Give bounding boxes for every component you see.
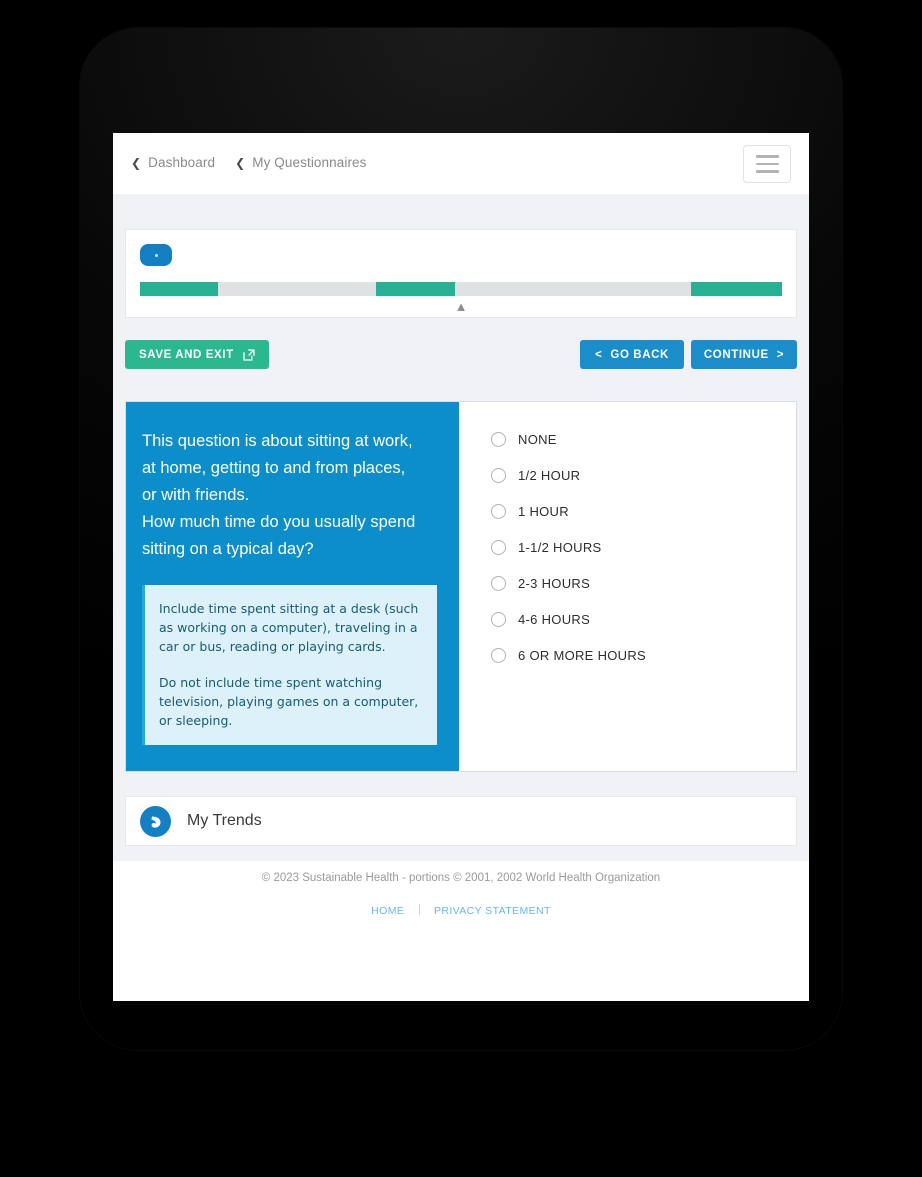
- question-line: sitting on a typical day?: [142, 540, 314, 558]
- progress-segment-filled: [376, 282, 455, 296]
- answer-option[interactable]: 6 OR MORE HOURS: [491, 648, 796, 663]
- chevron-left-icon: ❮: [235, 155, 246, 170]
- radio-button-icon[interactable]: [491, 432, 506, 447]
- breadcrumb-dashboard[interactable]: ❮ Dashboard: [131, 155, 215, 170]
- save-and-exit-label: SAVE AND EXIT: [139, 348, 234, 361]
- less-than-icon: <: [595, 348, 603, 361]
- answer-option[interactable]: 4-6 HOURS: [491, 612, 796, 627]
- question-text: This question is about sitting at work, a…: [142, 428, 437, 563]
- answer-option[interactable]: 1/2 HOUR: [491, 468, 796, 483]
- hamburger-menu-button[interactable]: [743, 145, 791, 183]
- progress-segment-filled: [140, 282, 219, 296]
- go-back-label: GO BACK: [610, 348, 669, 361]
- chevron-left-icon: ❮: [131, 155, 142, 170]
- footer-links: HOME PRIVACY STATEMENT: [125, 904, 797, 917]
- breadcrumb: ❮ Dashboard ❮ My Questionnaires: [131, 155, 367, 170]
- answer-option[interactable]: 1 HOUR: [491, 504, 796, 519]
- go-back-button[interactable]: < GO BACK: [580, 340, 684, 369]
- progress-badge[interactable]: [140, 244, 172, 266]
- breadcrumb-my-questionnaires-label: My Questionnaires: [252, 155, 367, 170]
- hamburger-icon-line: [755, 162, 779, 166]
- answer-option-label: 6 OR MORE HOURS: [518, 648, 647, 663]
- continue-button[interactable]: CONTINUE >: [691, 340, 797, 369]
- page-footer: © 2023 Sustainable Health - portions © 2…: [125, 872, 797, 917]
- answer-option-label: 4-6 HOURS: [518, 612, 591, 627]
- answer-option-label: 1-1/2 HOURS: [518, 540, 602, 555]
- answer-option[interactable]: 1-1/2 HOURS: [491, 540, 796, 555]
- progress-segment-filled: [690, 282, 782, 296]
- answer-option[interactable]: NONE: [491, 432, 796, 447]
- radio-button-icon[interactable]: [491, 612, 506, 627]
- answer-option-label: 2-3 HOURS: [518, 576, 591, 591]
- hamburger-icon-line: [755, 155, 779, 158]
- radio-button-icon[interactable]: [491, 648, 506, 663]
- external-link-icon: [243, 348, 255, 361]
- page-content: ▲ SAVE AND EXIT < GO BACK CONTINUE > Thi…: [113, 194, 809, 917]
- save-and-exit-button[interactable]: SAVE AND EXIT: [125, 340, 269, 369]
- question-line: This question is about sitting at work,: [142, 432, 413, 450]
- answer-option-label: 1/2 HOUR: [518, 468, 581, 483]
- radio-button-icon[interactable]: [491, 468, 506, 483]
- question-card: This question is about sitting at work, a…: [125, 401, 797, 772]
- question-line: at home, getting to and from places,: [142, 459, 406, 477]
- progress-panel: ▲: [125, 229, 797, 318]
- copyright-text: © 2023 Sustainable Health - portions © 2…: [261, 872, 661, 884]
- continue-label: CONTINUE: [703, 348, 769, 361]
- info-paragraph: Do not include time spent watching telev…: [159, 675, 419, 728]
- radio-button-icon[interactable]: [491, 540, 506, 555]
- footer-link-home[interactable]: HOME: [371, 905, 404, 917]
- breadcrumb-my-questionnaires[interactable]: ❮ My Questionnaires: [235, 155, 366, 170]
- my-trends-label: My Trends: [187, 812, 262, 829]
- chevron-up-icon[interactable]: ▲: [455, 300, 468, 313]
- info-paragraph: Include time spent sitting at a desk (su…: [159, 601, 419, 654]
- screen: ❮ Dashboard ❮ My Questionnaires ▲ SAVE A…: [113, 133, 809, 1001]
- answer-option-label: NONE: [518, 432, 557, 447]
- badge-dot-icon: [154, 253, 158, 257]
- app-header: ❮ Dashboard ❮ My Questionnaires: [113, 133, 809, 194]
- footer-link-privacy-statement[interactable]: PRIVACY STATEMENT: [434, 905, 551, 917]
- radio-button-icon[interactable]: [491, 576, 506, 591]
- breadcrumb-dashboard-label: Dashboard: [148, 155, 216, 170]
- my-trends-row[interactable]: My Trends: [125, 796, 797, 846]
- progress-bar: [140, 282, 782, 296]
- tablet-device-frame: ❮ Dashboard ❮ My Questionnaires ▲ SAVE A…: [80, 28, 842, 1050]
- footer-link-divider: [418, 904, 420, 915]
- action-bar: SAVE AND EXIT < GO BACK CONTINUE >: [125, 340, 797, 380]
- radio-button-icon[interactable]: [491, 504, 506, 519]
- trend-swoosh-icon: [140, 805, 171, 837]
- greater-than-icon: >: [776, 348, 785, 361]
- hamburger-icon-line: [755, 170, 779, 173]
- question-line: How much time do you usually spend: [142, 513, 416, 531]
- answer-option[interactable]: 2-3 HOURS: [491, 576, 796, 591]
- question-info-box: Include time spent sitting at a desk (su…: [142, 585, 437, 745]
- question-line: or with friends.: [142, 486, 250, 504]
- answer-option-label: 1 HOUR: [518, 504, 569, 519]
- question-panel: This question is about sitting at work, a…: [126, 402, 459, 771]
- answer-options-panel: NONE 1/2 HOUR 1 HOUR 1-1/2 HOURS 2-3 HOURS 4-…: [459, 402, 796, 771]
